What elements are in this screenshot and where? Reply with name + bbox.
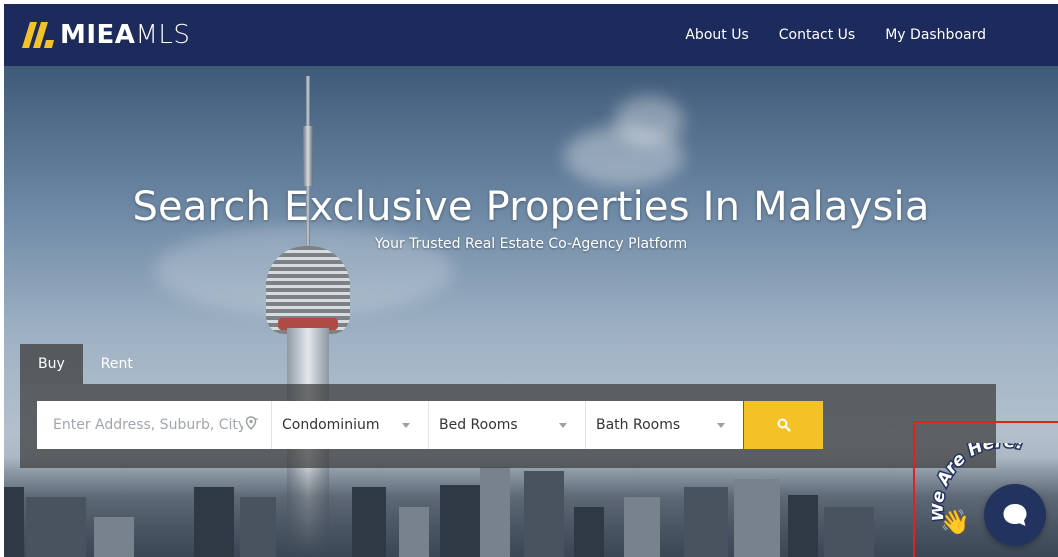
search-row: Condominium Bed Rooms Bath Rooms xyxy=(37,401,823,449)
building xyxy=(194,487,234,557)
building xyxy=(624,497,660,557)
bedrooms-select[interactable]: Bed Rooms xyxy=(429,401,586,449)
building xyxy=(684,487,728,557)
building xyxy=(734,479,780,557)
chat-bubble-icon xyxy=(1003,504,1027,526)
nav-link-my-dashboard[interactable]: My Dashboard xyxy=(885,27,986,43)
bathrooms-value: Bath Rooms xyxy=(596,417,681,433)
building xyxy=(524,471,564,557)
nav-link-contact-us[interactable]: Contact Us xyxy=(779,27,855,43)
property-type-value: Condominium xyxy=(282,417,380,433)
search-tabs: Buy Rent xyxy=(20,344,151,384)
logo-text-strong: MIEA xyxy=(60,20,136,50)
building xyxy=(240,497,276,557)
logo-text-light: MLS xyxy=(135,20,191,50)
building xyxy=(94,517,134,557)
building xyxy=(480,467,510,557)
bedrooms-value: Bed Rooms xyxy=(439,417,518,433)
property-type-select[interactable]: Condominium xyxy=(272,401,429,449)
chevron-down-icon xyxy=(559,423,567,428)
address-field xyxy=(37,401,272,449)
tower-antenna xyxy=(303,126,313,186)
hero-subtitle: Your Trusted Real Estate Co-Agency Platf… xyxy=(374,236,688,252)
search-button[interactable] xyxy=(744,401,823,449)
chevron-down-icon xyxy=(717,423,725,428)
search-icon xyxy=(777,418,791,432)
building xyxy=(440,485,480,557)
building xyxy=(26,497,86,557)
brand-logo[interactable]: MIEA MLS xyxy=(22,18,190,52)
building xyxy=(399,507,429,557)
top-navbar: MIEA MLS About Us Contact Us My Dashboar… xyxy=(4,4,1058,66)
nav-links: About Us Contact Us My Dashboard xyxy=(685,4,986,66)
nav-link-about-us[interactable]: About Us xyxy=(685,27,748,43)
search-panel: Condominium Bed Rooms Bath Rooms xyxy=(20,384,996,468)
hero-section: Search Exclusive Properties In Malaysia … xyxy=(4,66,1058,557)
building xyxy=(4,487,24,557)
chevron-down-icon xyxy=(402,423,410,428)
address-input[interactable] xyxy=(51,416,245,434)
hero-title: Search Exclusive Properties In Malaysia xyxy=(132,184,930,230)
logo-slashes-icon xyxy=(22,22,54,48)
waving-hand-icon: 👋 xyxy=(940,508,970,536)
chat-launcher-button[interactable] xyxy=(984,484,1046,546)
building xyxy=(824,507,874,557)
building xyxy=(352,487,386,557)
tab-rent[interactable]: Rent xyxy=(83,344,151,384)
cloud-shape xyxy=(614,96,684,146)
city-skyline xyxy=(4,457,1058,557)
location-pin-icon[interactable] xyxy=(245,416,259,432)
bathrooms-select[interactable]: Bath Rooms xyxy=(586,401,743,449)
building xyxy=(788,495,818,557)
building xyxy=(574,507,604,557)
tab-buy[interactable]: Buy xyxy=(20,344,83,384)
